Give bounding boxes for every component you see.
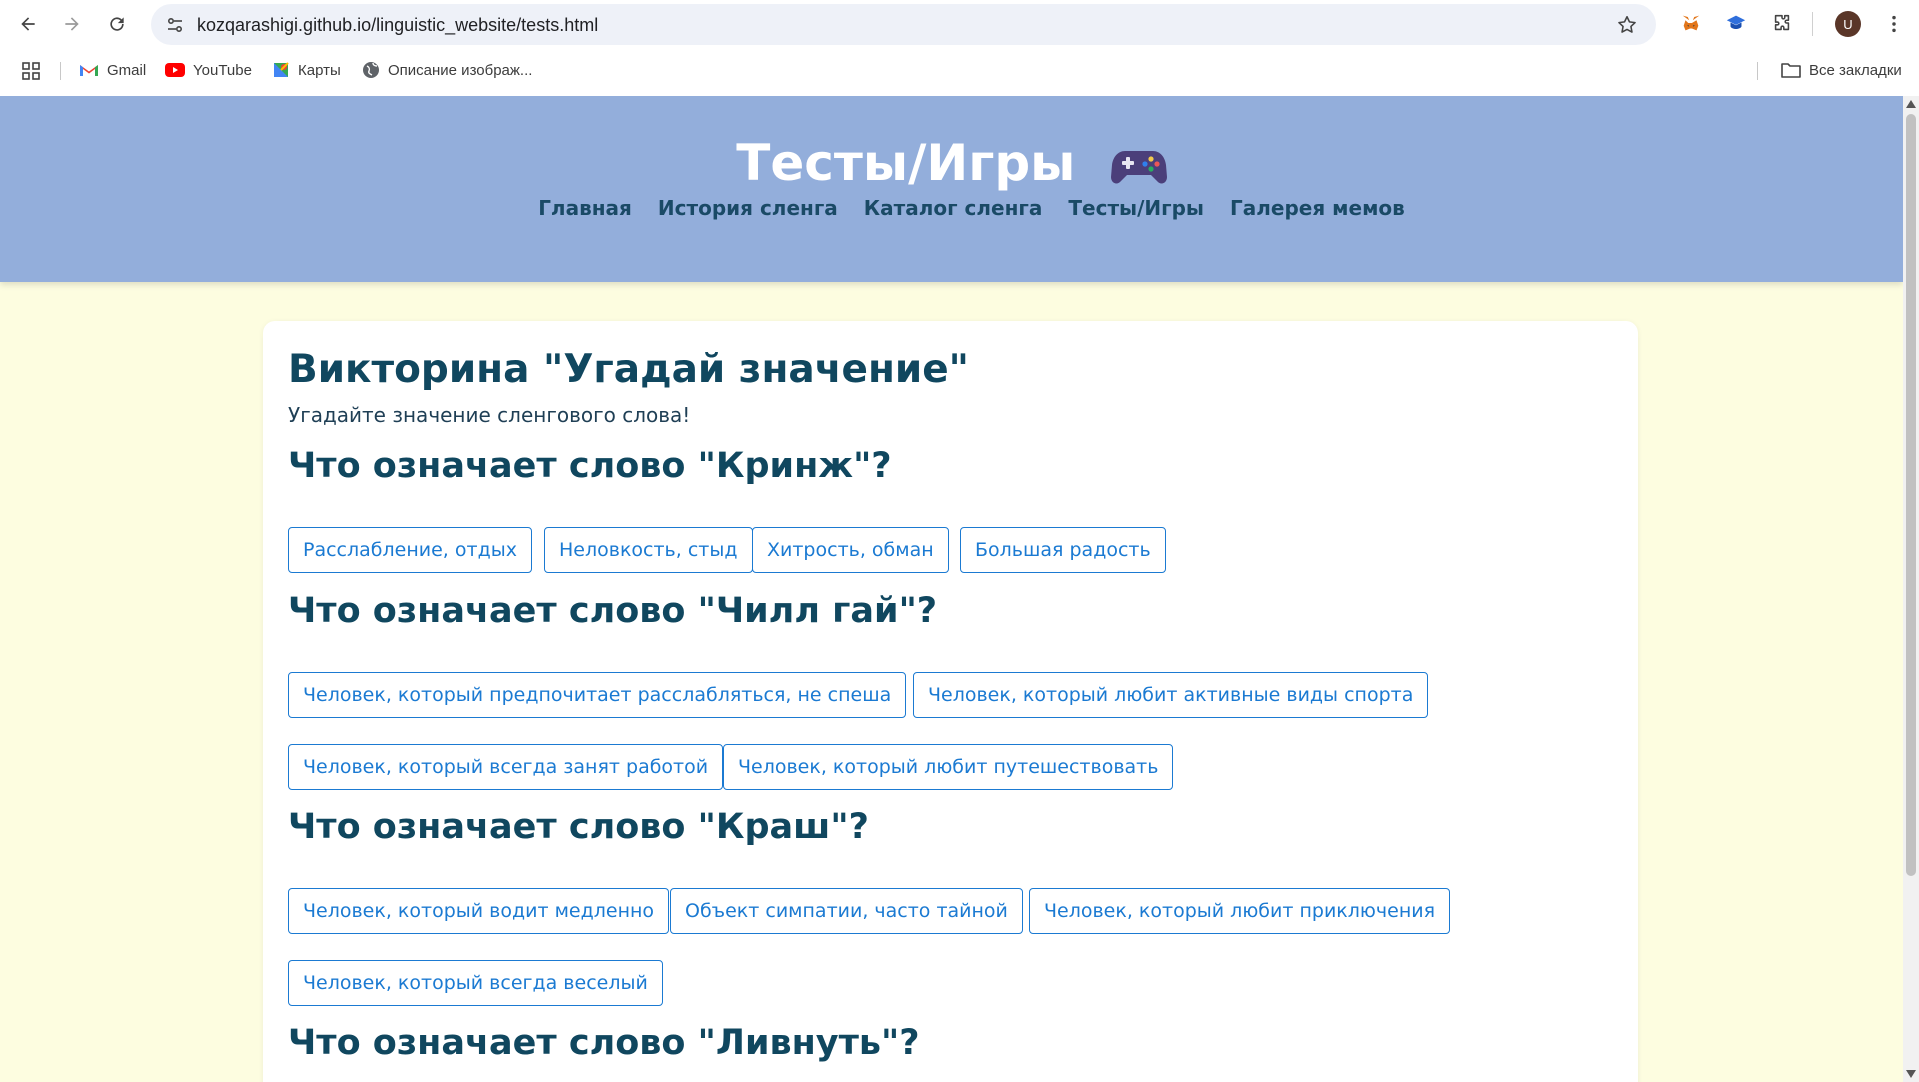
bookmarks-divider — [60, 62, 61, 80]
nav-link-home[interactable]: Главная — [538, 196, 632, 220]
answer-option-button[interactable]: Человек, который любит активные виды спо… — [913, 672, 1429, 718]
browser-toolbar: kozqarashigi.github.io/linguistic_websit… — [0, 0, 1919, 47]
toolbar-divider — [1812, 12, 1813, 36]
quiz-title: Викторина "Угадай значение" — [288, 347, 969, 392]
url-text[interactable]: kozqarashigi.github.io/linguistic_websit… — [197, 15, 598, 36]
answer-option-button[interactable]: Человек, который любит путешествовать — [723, 744, 1174, 790]
answer-option-button[interactable]: Неловкость, стыд — [544, 527, 753, 573]
arrow-left-icon — [21, 17, 35, 31]
all-bookmarks-button[interactable]: Все закладки — [1781, 58, 1902, 82]
question-title: Что означает слово "Чилл гай"? — [288, 591, 938, 631]
question-title: Что означает слово "Кринж"? — [288, 446, 892, 486]
bookmark-label: YouTube — [193, 61, 252, 79]
browser-menu-icon[interactable] — [1880, 10, 1908, 38]
browser-chrome: kozqarashigi.github.io/linguistic_websit… — [0, 0, 1919, 96]
extensions-puzzle-icon[interactable] — [1770, 11, 1794, 35]
folder-icon — [1781, 63, 1801, 78]
page-viewport: Тесты/Игры Главная История сленга Катало… — [0, 96, 1903, 1082]
page-title-text: Тесты/Игры — [736, 134, 1076, 192]
answer-option-button[interactable]: Человек, который любит приключения — [1029, 888, 1451, 934]
bookmarks-divider — [1757, 62, 1758, 80]
quiz-subtitle: Угадайте значение сленгового слова! — [288, 403, 691, 427]
answer-option-button[interactable]: Человек, который всегда веселый — [288, 960, 663, 1006]
gmail-icon — [80, 64, 98, 76]
page-scrollbar[interactable] — [1903, 96, 1919, 1082]
youtube-icon — [165, 63, 185, 77]
nav-link-slang-history[interactable]: История сленга — [658, 196, 838, 220]
all-bookmarks-label: Все закладки — [1809, 61, 1902, 79]
forward-button[interactable] — [56, 8, 88, 40]
arrow-right-icon — [65, 17, 79, 31]
metamask-extension-icon[interactable] — [1679, 11, 1703, 35]
bookmarks-bar: Gmail YouTube Карты Описание изображ... — [0, 53, 1919, 87]
nav-link-tests-games[interactable]: Тесты/Игры — [1068, 196, 1204, 220]
bookmark-star-icon[interactable] — [1616, 14, 1638, 36]
nav-link-slang-catalog[interactable]: Каталог сленга — [864, 196, 1043, 220]
maps-icon — [274, 62, 289, 77]
scroll-up-arrow-icon[interactable] — [1906, 100, 1916, 108]
main-nav: Главная История сленга Каталог сленга Те… — [0, 196, 1903, 220]
answer-option-button[interactable]: Большая радость — [960, 527, 1166, 573]
answer-option-button[interactable]: Хитрость, обман — [752, 527, 949, 573]
bookmark-image-description[interactable]: Описание изображ... — [362, 58, 532, 82]
question-title: Что означает слово "Ливнуть"? — [288, 1023, 920, 1063]
scrollbar-thumb[interactable] — [1906, 114, 1916, 876]
back-button[interactable] — [12, 8, 44, 40]
site-header: Тесты/Игры Главная История сленга Катало… — [0, 96, 1903, 282]
globe-icon — [363, 62, 379, 78]
quiz-card: Викторина "Угадай значение" Угадайте зна… — [263, 321, 1638, 1082]
bookmark-label: Gmail — [107, 61, 147, 79]
question-title: Что означает слово "Краш"? — [288, 807, 869, 847]
bookmark-youtube[interactable]: YouTube — [165, 58, 252, 82]
answer-option-button[interactable]: Человек, который предпочитает расслаблят… — [288, 672, 907, 718]
bookmark-maps[interactable]: Карты — [272, 58, 341, 82]
gamepad-icon — [1110, 150, 1167, 184]
reload-button[interactable] — [101, 8, 133, 40]
apps-grid-icon[interactable] — [22, 62, 40, 80]
answer-option-button[interactable]: Человек, который водит медленно — [288, 888, 670, 934]
nav-link-meme-gallery[interactable]: Галерея мемов — [1230, 196, 1405, 220]
bookmark-gmail[interactable]: Gmail — [79, 58, 146, 82]
bookmark-label: Описание изображ... — [388, 61, 533, 79]
profile-avatar[interactable]: U — [1835, 11, 1861, 37]
reload-icon — [110, 17, 124, 31]
scroll-down-arrow-icon[interactable] — [1906, 1070, 1916, 1078]
bookmark-label: Карты — [298, 61, 341, 79]
page-title: Тесты/Игры — [0, 134, 1903, 192]
answer-option-button[interactable]: Расслабление, отдых — [288, 527, 532, 573]
address-bar[interactable]: kozqarashigi.github.io/linguistic_websit… — [151, 4, 1656, 45]
graduation-cap-extension-icon[interactable] — [1724, 11, 1748, 35]
site-info-icon[interactable] — [165, 15, 185, 35]
answer-option-button[interactable]: Объект симпатии, часто тайной — [670, 888, 1023, 934]
answer-option-button[interactable]: Человек, который всегда занят работой — [288, 744, 724, 790]
